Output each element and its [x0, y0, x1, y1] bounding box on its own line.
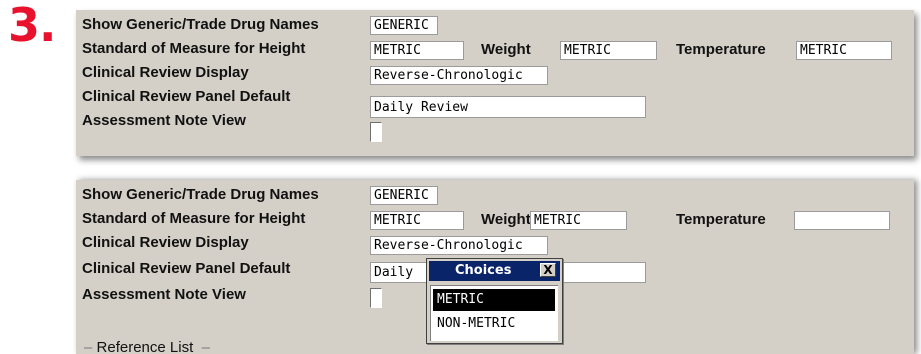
height-measure-field[interactable]: METRIC [370, 41, 464, 60]
divider-left: – [84, 339, 97, 354]
reference-list-label: Reference List [96, 339, 194, 354]
temperature-label: Temperature [676, 211, 766, 228]
temperature-field[interactable]: METRIC [796, 41, 892, 60]
weight-field[interactable]: METRIC [530, 211, 627, 230]
temperature-field[interactable] [794, 211, 890, 230]
assessment-view-label: Assessment Note View [82, 286, 246, 303]
assessment-view-label: Assessment Note View [82, 112, 246, 129]
assessment-view-checkbox[interactable] [370, 122, 382, 142]
height-measure-field[interactable]: METRIC [370, 211, 464, 230]
height-measure-label: Standard of Measure for Height [82, 210, 306, 227]
choices-title: Choices [455, 263, 512, 278]
generic-trade-field[interactable]: GENERIC [370, 16, 438, 35]
generic-trade-field[interactable]: GENERIC [370, 186, 438, 205]
choice-metric[interactable]: METRIC [433, 289, 555, 311]
choices-popup: Choices X METRIC NON-METRIC [426, 258, 563, 344]
weight-label: Weight [481, 211, 531, 228]
panel-default-label: Clinical Review Panel Default [82, 260, 291, 277]
temperature-label: Temperature [676, 41, 766, 58]
choice-non-metric[interactable]: NON-METRIC [433, 313, 555, 335]
review-display-field[interactable]: Reverse-Chronologic [370, 236, 548, 255]
reference-list-header: – Reference List – [84, 340, 210, 354]
weight-field[interactable]: METRIC [560, 41, 657, 60]
choices-title-bar[interactable]: Choices X [429, 261, 560, 281]
review-display-label: Clinical Review Display [82, 64, 249, 81]
review-display-field[interactable]: Reverse-Chronologic [370, 66, 548, 85]
generic-trade-label: Show Generic/Trade Drug Names [82, 186, 319, 203]
panel-default-label: Clinical Review Panel Default [82, 88, 291, 105]
height-measure-label: Standard of Measure for Height [82, 40, 306, 57]
divider-right: – [193, 339, 210, 354]
weight-label: Weight [481, 41, 531, 58]
generic-trade-label: Show Generic/Trade Drug Names [82, 16, 319, 33]
settings-panel-before: Show Generic/Trade Drug Names GENERIC St… [76, 10, 914, 156]
close-icon[interactable]: X [540, 263, 556, 277]
panel-default-field[interactable]: Daily Review [370, 96, 646, 118]
assessment-view-checkbox[interactable] [370, 288, 382, 308]
step-number: 3. [8, 0, 56, 52]
choices-list[interactable]: METRIC NON-METRIC [430, 285, 558, 341]
review-display-label: Clinical Review Display [82, 234, 249, 251]
